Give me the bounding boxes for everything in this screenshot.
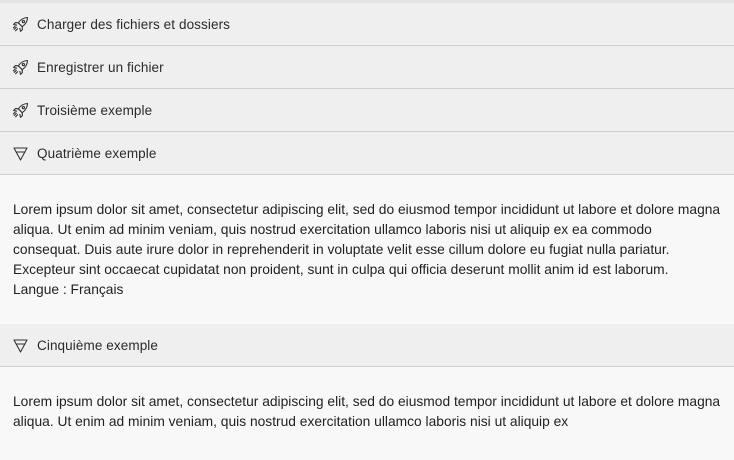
accordion-header-label: Charger des fichiers et dossiers [37,16,231,32]
accordion-header-label: Troisième exemple [37,102,153,118]
accordion-header-cinquieme[interactable]: Cinquième exemple [0,324,734,367]
accordion-panel-quatrieme: Lorem ipsum dolor sit amet, consectetur … [0,175,734,324]
rocket-icon [12,16,29,33]
funnel-icon [12,337,29,354]
panel-body-text: Lorem ipsum dolor sit amet, consectetur … [13,394,721,429]
rocket-icon [12,102,29,119]
accordion: Charger des fichiers et dossiers Enregis… [0,0,734,460]
funnel-icon [12,145,29,162]
accordion-header-charger[interactable]: Charger des fichiers et dossiers [0,3,734,46]
rocket-icon [12,59,29,76]
accordion-header-enregistrer[interactable]: Enregistrer un fichier [0,46,734,89]
accordion-header-label: Enregistrer un fichier [37,59,164,75]
accordion-header-label: Quatrième exemple [37,145,157,161]
accordion-panel-cinquieme: Lorem ipsum dolor sit amet, consectetur … [0,367,734,456]
language-label: Langue : Français [13,282,124,297]
accordion-header-troisieme[interactable]: Troisième exemple [0,89,734,132]
accordion-header-quatrieme[interactable]: Quatrième exemple [0,132,734,175]
panel-body-text: Lorem ipsum dolor sit amet, consectetur … [13,202,721,277]
accordion-header-label: Cinquième exemple [37,337,159,353]
